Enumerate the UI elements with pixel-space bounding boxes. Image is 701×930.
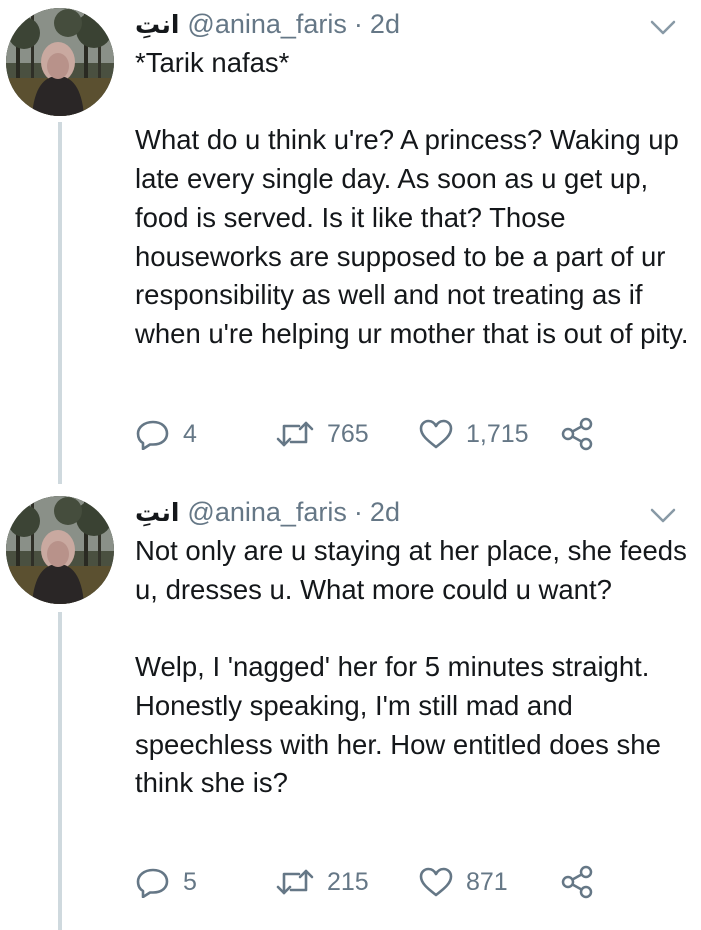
tweet-text: Not only are u staying at her place, she… [135,535,687,799]
display-name[interactable]: انتِ [135,498,179,527]
avatar[interactable] [6,496,114,604]
like-count: 1,715 [466,420,529,448]
handle[interactable]: @anina_faris [187,497,347,528]
reply-count: 5 [183,868,197,896]
tweet-header: انتِ @anina_faris · 2d [135,6,400,42]
retweet-button[interactable]: 215 [275,864,369,900]
handle[interactable]: @anina_faris [187,9,347,40]
tweet-actions: 4 765 1,715 [135,416,615,452]
reply-icon [136,420,169,450]
like-button[interactable]: 871 [418,864,508,900]
share-button[interactable] [560,416,606,452]
retweet-icon [276,421,314,447]
retweet-button[interactable]: 765 [275,416,369,452]
retweet-count: 215 [327,868,369,896]
like-icon [419,867,453,897]
reply-button[interactable]: 4 [135,416,197,452]
share-button[interactable] [560,864,606,900]
like-button[interactable]: 1,715 [418,416,529,452]
tweet-header: انتِ @anina_faris · 2d [135,494,400,530]
tweet-actions: 5 215 871 [135,864,615,900]
like-count: 871 [466,868,508,896]
avatar[interactable] [6,8,114,116]
retweet-icon [276,869,314,895]
tweet[interactable]: انتِ @anina_faris · 2d *Tarik nafas* Wha… [0,0,701,490]
reply-count: 4 [183,420,197,448]
like-icon [419,419,453,449]
separator-dot: · [353,8,363,39]
chevron-down-icon[interactable] [648,18,678,38]
timestamp[interactable]: 2d [370,9,400,40]
tweet-text: *Tarik nafas* What do u think u're? A pr… [135,47,689,349]
reply-button[interactable]: 5 [135,864,197,900]
timestamp[interactable]: 2d [370,497,400,528]
tweet[interactable]: انتِ @anina_faris · 2d Not only are u st… [0,490,701,930]
share-icon [561,865,593,899]
separator-dot: · [353,496,363,527]
retweet-count: 765 [327,420,369,448]
reply-icon [136,868,169,898]
avatar-image [6,8,114,116]
avatar-image [6,496,114,604]
chevron-down-icon[interactable] [648,506,678,526]
display-name[interactable]: انتِ [135,10,179,39]
share-icon [561,417,593,451]
